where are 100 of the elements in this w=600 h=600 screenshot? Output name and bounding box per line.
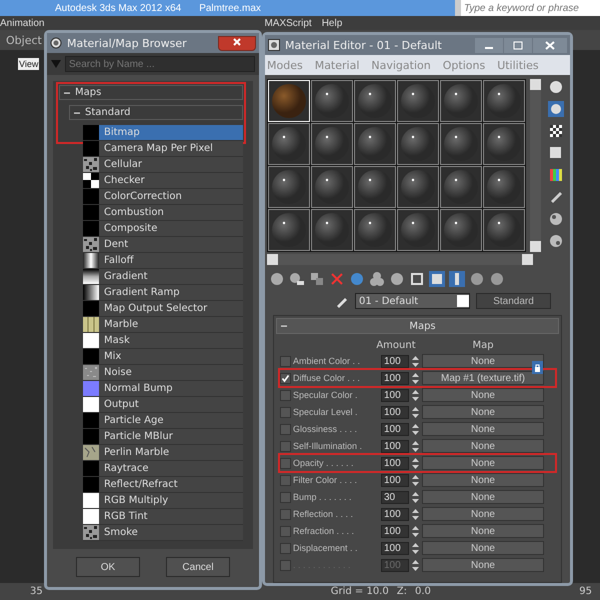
dialog-button[interactable]: Cancel	[166, 557, 230, 577]
square-icon[interactable]	[409, 271, 425, 287]
map-list-item[interactable]: Reflect/Refract	[83, 477, 243, 493]
delete-icon[interactable]	[329, 271, 345, 287]
checkbox[interactable]	[280, 560, 291, 570]
amount-field[interactable]: 100	[381, 542, 409, 554]
map-button[interactable]: None	[422, 473, 544, 487]
material-name-dropdown[interactable]: 01 - Default	[355, 293, 470, 309]
spinner-icon[interactable]	[411, 406, 420, 418]
material-icon[interactable]	[469, 271, 485, 287]
minimize-icon[interactable]	[475, 38, 503, 52]
map-list-item[interactable]: Falloff	[83, 253, 243, 269]
scrollbar[interactable]	[530, 79, 541, 252]
spinner-icon[interactable]	[411, 456, 420, 470]
copy-icon[interactable]	[309, 271, 325, 287]
close-icon[interactable]	[533, 38, 567, 52]
map-list-item[interactable]: Map Output Selector	[83, 301, 243, 317]
checkbox[interactable]	[280, 526, 291, 536]
material-icon[interactable]	[489, 271, 505, 287]
collapse-icon[interactable]	[281, 323, 287, 329]
amount-field[interactable]: 100	[381, 354, 409, 368]
map-button[interactable]: Map #1 (texture.tif)	[422, 371, 544, 385]
map-list-item[interactable]: Particle MBlur	[83, 429, 243, 445]
amount-field[interactable]: 100	[381, 508, 409, 520]
map-button[interactable]: None	[422, 558, 544, 572]
spinner-icon[interactable]	[411, 542, 420, 554]
map-list-item[interactable]: Smoke	[83, 525, 243, 541]
map-button[interactable]: None	[422, 524, 544, 538]
map-list-item[interactable]: Normal Bump	[83, 381, 243, 397]
map-button[interactable]: None	[422, 439, 544, 453]
rollout-header[interactable]: Maps	[276, 318, 559, 334]
amount-field[interactable]: 100	[381, 388, 409, 402]
map-button[interactable]: None	[422, 354, 544, 368]
collapse-icon[interactable]	[64, 90, 70, 96]
checkbox[interactable]	[280, 440, 291, 452]
group-header[interactable]: Maps	[59, 85, 243, 100]
map-list-item[interactable]: Checker	[83, 173, 243, 189]
map-list-item[interactable]: Composite	[83, 221, 243, 237]
map-button[interactable]: None	[422, 388, 544, 402]
map-list-item[interactable]: Gradient	[83, 269, 243, 285]
map-button[interactable]: None	[422, 456, 544, 470]
map-list-item[interactable]: RGB Tint	[83, 509, 243, 525]
material-type-button[interactable]: Standard	[476, 293, 551, 309]
amount-field[interactable]: 100	[381, 524, 409, 538]
map-list-item[interactable]: Raytrace	[83, 461, 243, 477]
spinner-icon[interactable]	[411, 490, 420, 504]
map-list-item[interactable]: Mix	[83, 349, 243, 365]
map-list-item[interactable]: Cellular	[83, 157, 243, 173]
checkbox[interactable]	[280, 390, 291, 400]
map-list-item[interactable]: RGB Multiply	[83, 493, 243, 509]
subgroup-header[interactable]: Standard	[69, 105, 243, 120]
sphere-icon[interactable]	[548, 79, 564, 95]
map-button[interactable]: None	[422, 507, 544, 521]
color-bars-icon[interactable]	[548, 167, 564, 183]
map-list-item[interactable]: Bitmap	[83, 125, 243, 141]
map-list-item[interactable]: Output	[83, 397, 243, 413]
checkbox[interactable]	[280, 474, 291, 486]
spinner-icon[interactable]	[411, 372, 420, 384]
spinner-icon[interactable]	[411, 524, 420, 538]
material-icon[interactable]	[289, 271, 305, 287]
map-list-item[interactable]: Marble	[83, 317, 243, 333]
checkbox[interactable]	[280, 492, 291, 502]
map-button[interactable]: None	[422, 422, 544, 436]
view-field[interactable]: View	[18, 58, 40, 70]
collapse-icon[interactable]	[74, 110, 80, 116]
amount-field[interactable]: 100	[381, 372, 409, 384]
square-icon[interactable]	[548, 145, 564, 161]
spinner-icon[interactable]	[411, 508, 420, 520]
map-list-item[interactable]: Mask	[83, 333, 243, 349]
bar-icon[interactable]	[449, 271, 465, 287]
map-list-item[interactable]: ColorCorrection	[83, 189, 243, 205]
amount-field[interactable]: 100	[381, 456, 409, 470]
checkbox[interactable]	[280, 424, 291, 434]
spinner-icon[interactable]	[411, 440, 420, 452]
material-icon[interactable]	[269, 271, 285, 287]
checkbox[interactable]	[280, 372, 291, 384]
spinner-icon[interactable]	[411, 388, 420, 402]
checkbox[interactable]	[280, 406, 291, 418]
map-button[interactable]: None	[422, 541, 544, 555]
lock-icon[interactable]	[532, 361, 543, 374]
map-list-item[interactable]: Particle Age	[83, 413, 243, 429]
spinner-icon[interactable]	[411, 474, 420, 486]
material-icon[interactable]	[369, 271, 385, 287]
map-list-item[interactable]: Perlin Marble	[83, 445, 243, 461]
spinner-icon[interactable]	[411, 558, 420, 572]
checkbox[interactable]	[280, 508, 291, 520]
spinner-icon[interactable]	[411, 422, 420, 436]
amount-field[interactable]: 100	[381, 406, 409, 418]
amount-field[interactable]: 100	[381, 474, 409, 486]
map-button[interactable]: None	[422, 405, 544, 419]
map-list-item[interactable]: Noise	[83, 365, 243, 381]
material-icon[interactable]	[389, 271, 405, 287]
checkbox[interactable]	[280, 458, 291, 468]
menu-item[interactable]: Animation	[0, 18, 44, 28]
sphere-icon[interactable]	[548, 101, 564, 117]
map-list-item[interactable]: Dent	[83, 237, 243, 253]
amount-field[interactable]: 100	[381, 440, 409, 452]
search-field[interactable]: Search by Name ...	[65, 56, 255, 72]
menu-item[interactable]: MAXScript	[264, 18, 312, 28]
map-list-item[interactable]: Combustion	[83, 205, 243, 221]
